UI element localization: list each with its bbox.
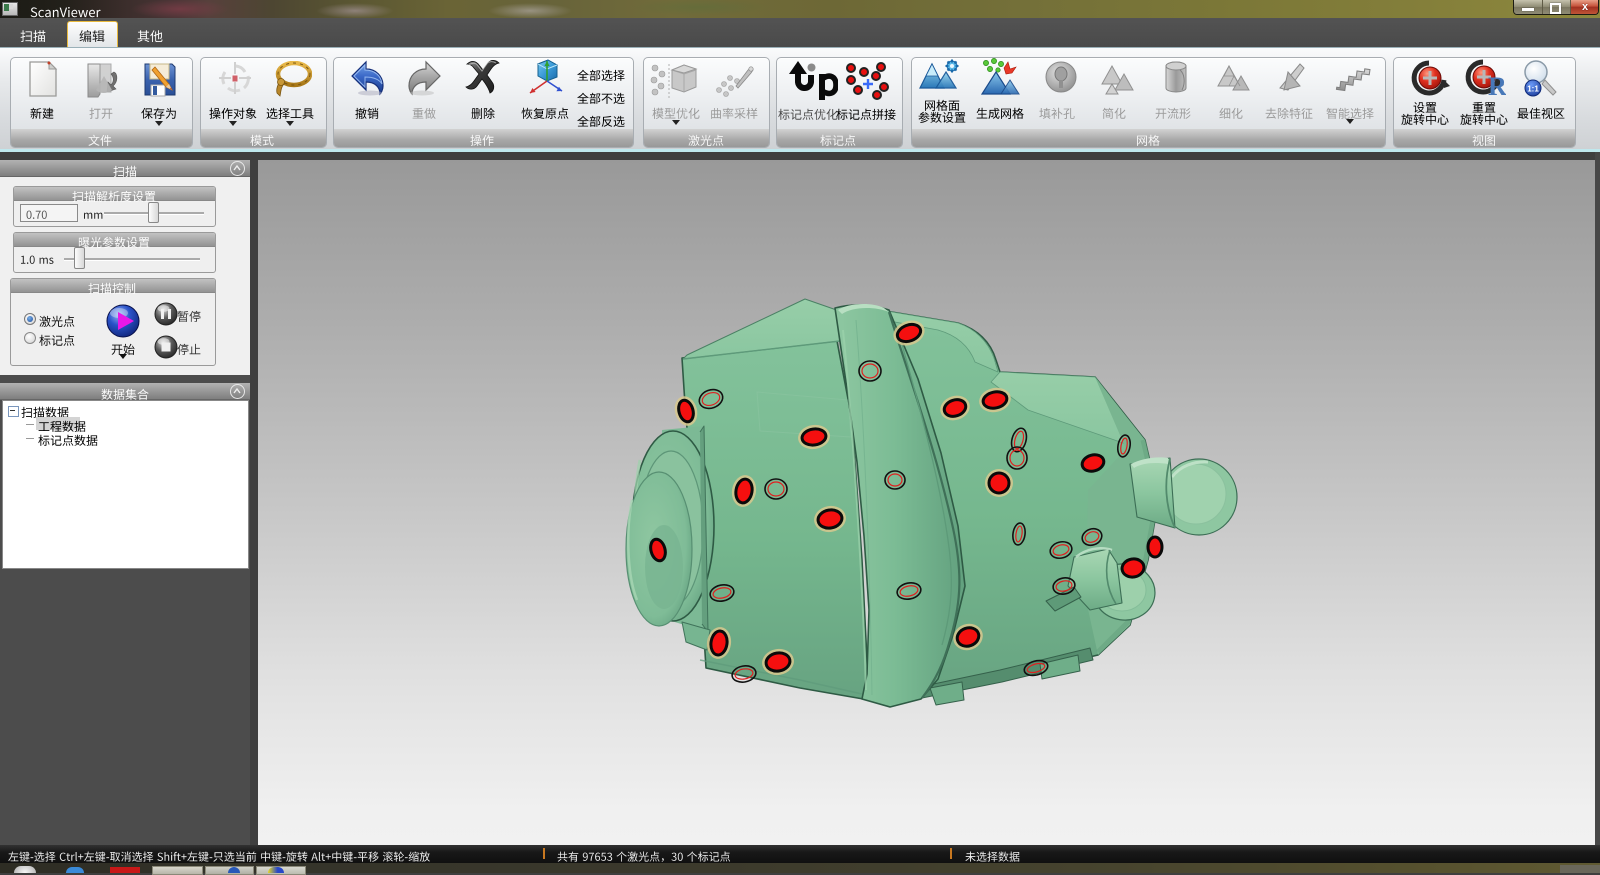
svg-text:R: R bbox=[1488, 72, 1506, 97]
svg-text:1:1: 1:1 bbox=[1527, 85, 1539, 94]
